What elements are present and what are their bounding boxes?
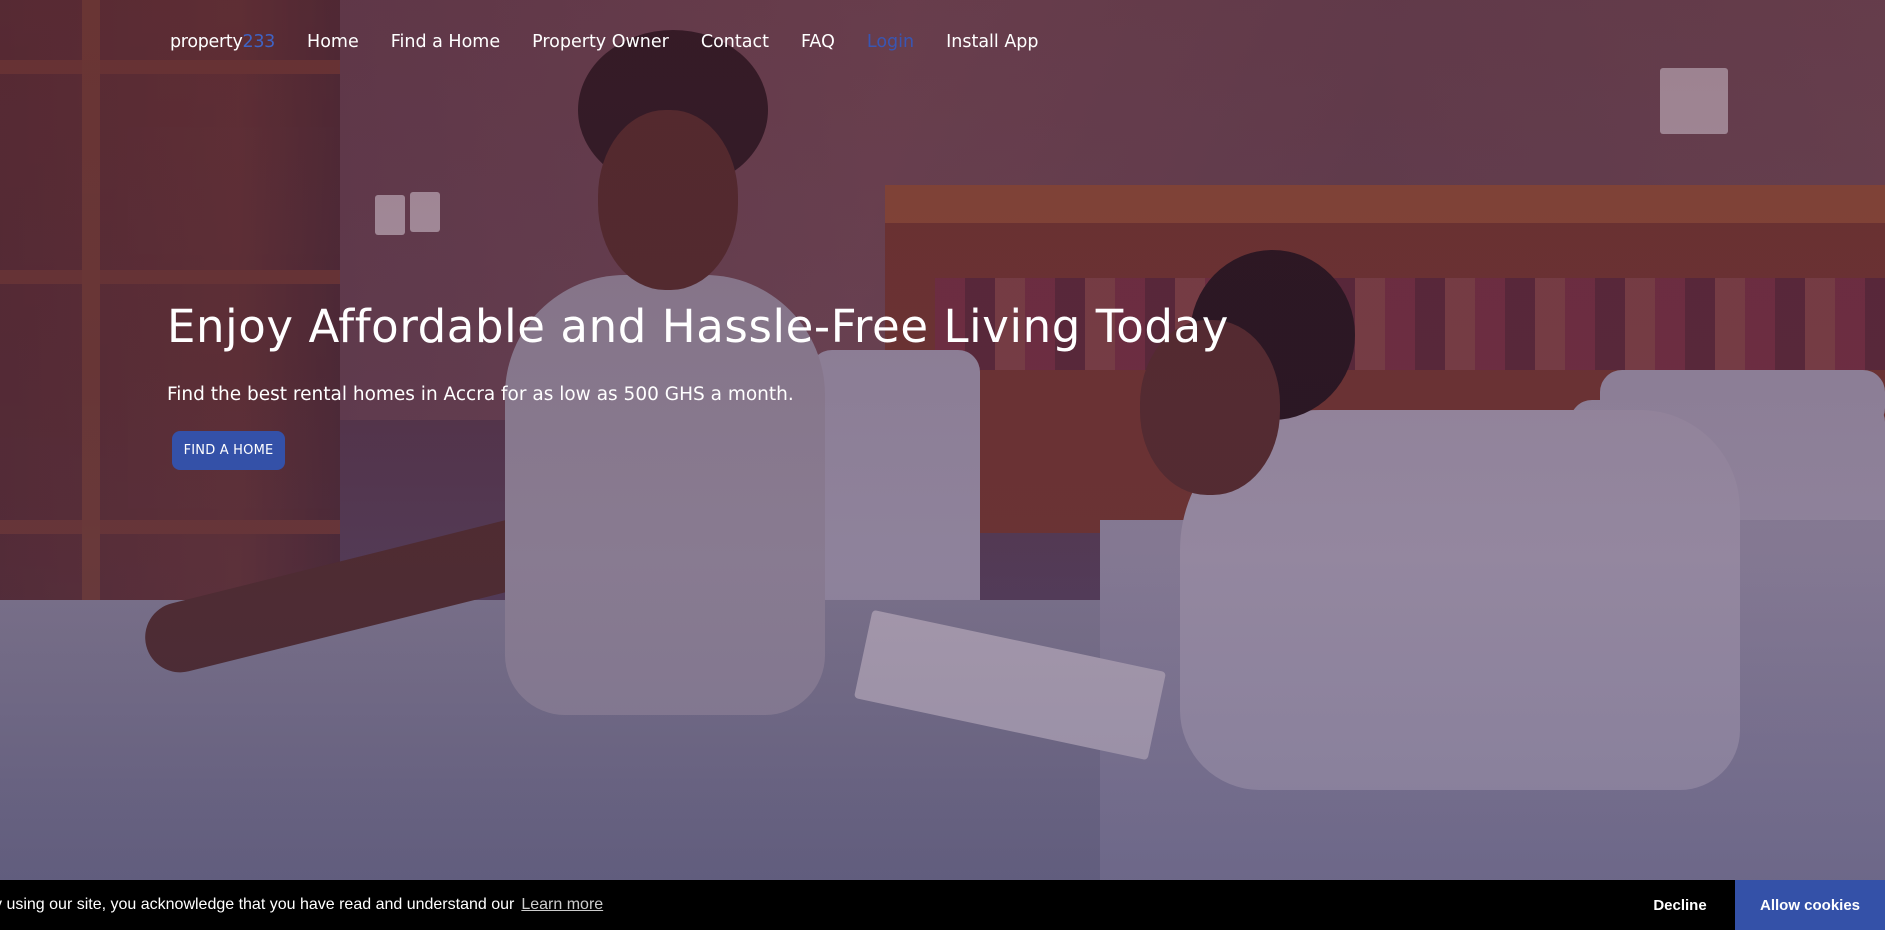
find-a-home-button[interactable]: FIND A HOME (172, 431, 285, 470)
hero-section: property233 Home Find a Home Property Ow… (0, 0, 1885, 930)
top-navigation: property233 Home Find a Home Property Ow… (170, 22, 1071, 62)
nav-link-install-app[interactable]: Install App (946, 32, 1038, 52)
nav-link-property-owner[interactable]: Property Owner (532, 32, 669, 52)
hero-headline: Enjoy Affordable and Hassle-Free Living … (167, 300, 1229, 353)
cookie-message: y using our site, you acknowledge that y… (0, 880, 603, 930)
nav-link-find-a-home[interactable]: Find a Home (391, 32, 500, 52)
site-logo[interactable]: property233 (170, 32, 275, 52)
nav-link-home[interactable]: Home (307, 32, 359, 52)
cookie-consent-bar: y using our site, you acknowledge that y… (0, 880, 1885, 930)
logo-text: property (170, 32, 243, 52)
nav-link-faq[interactable]: FAQ (801, 32, 835, 52)
hero-subline: Find the best rental homes in Accra for … (167, 384, 794, 405)
learn-more-link[interactable]: Learn more (521, 896, 603, 914)
nav-link-login[interactable]: Login (867, 32, 914, 52)
nav-link-contact[interactable]: Contact (701, 32, 769, 52)
logo-number: 233 (242, 32, 276, 52)
allow-cookies-button[interactable]: Allow cookies (1735, 880, 1885, 930)
cookie-message-text: y using our site, you acknowledge that y… (0, 896, 515, 913)
decline-cookies-button[interactable]: Decline (1630, 880, 1730, 930)
